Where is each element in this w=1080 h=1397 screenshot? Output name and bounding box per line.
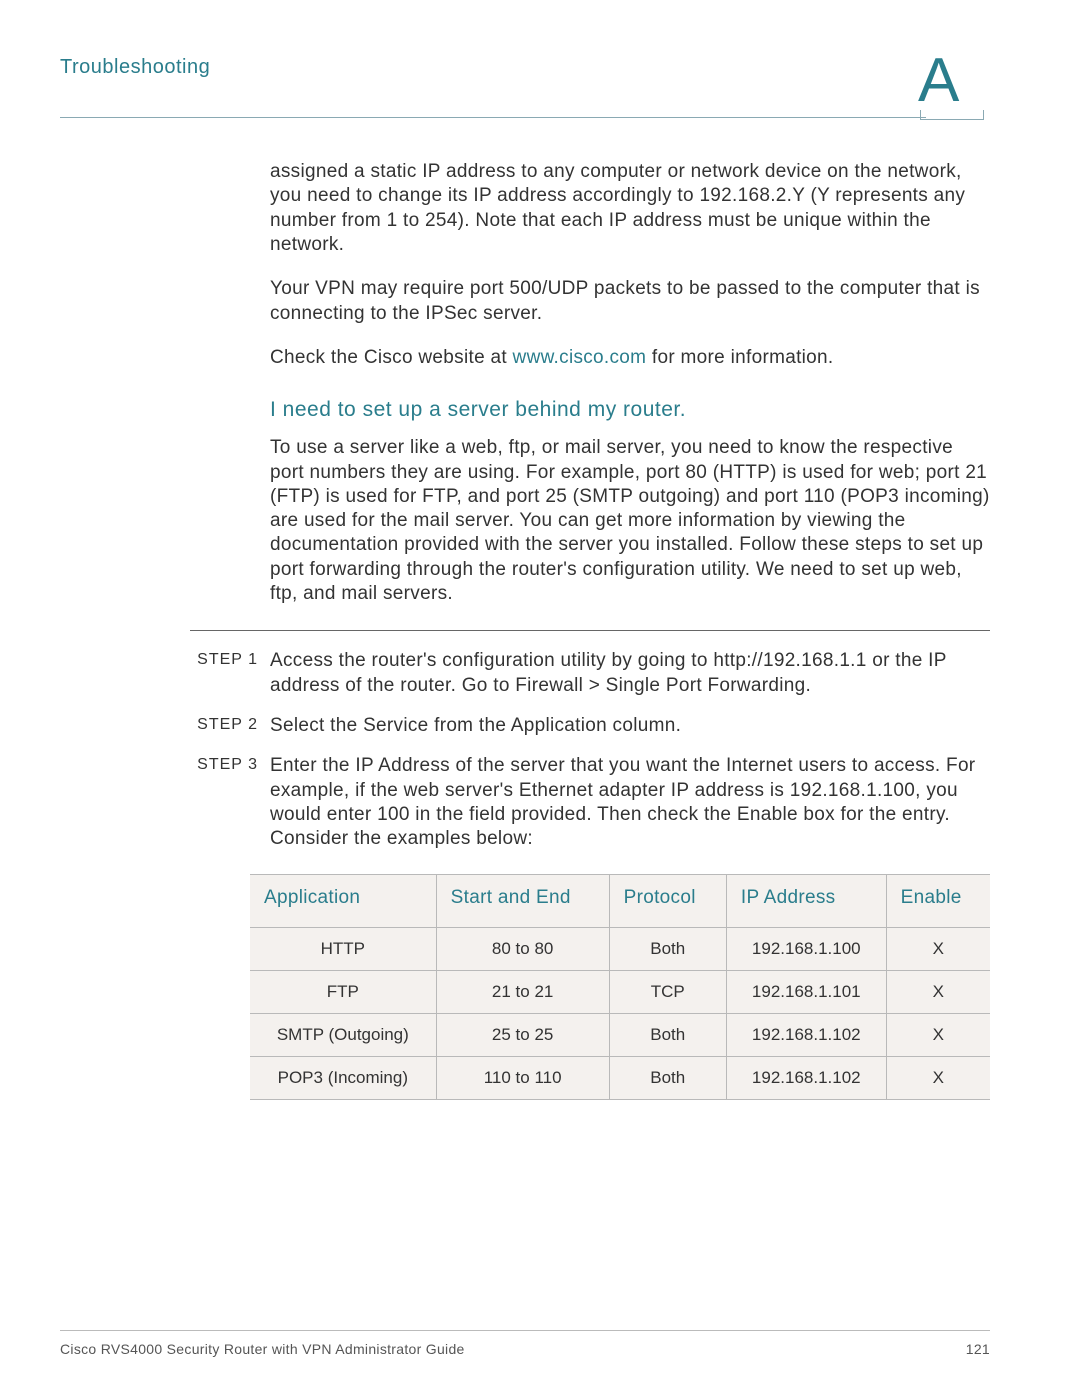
cell: X — [886, 1013, 990, 1056]
steps-separator — [190, 630, 990, 631]
cell: 25 to 25 — [436, 1013, 609, 1056]
header-rule — [60, 117, 926, 118]
table-row: FTP 21 to 21 TCP 192.168.1.101 X — [250, 970, 990, 1013]
step-item: STEP 1 Access the router's configuration… — [190, 649, 990, 698]
text-run: Check the Cisco website at — [270, 347, 513, 368]
subheading: I need to set up a server behind my rout… — [270, 398, 990, 422]
cell: SMTP (Outgoing) — [250, 1013, 436, 1056]
cell: 192.168.1.102 — [726, 1056, 886, 1099]
step-label: STEP 2 — [190, 714, 270, 738]
table-row: SMTP (Outgoing) 25 to 25 Both 192.168.1.… — [250, 1013, 990, 1056]
table-row: POP3 (Incoming) 110 to 110 Both 192.168.… — [250, 1056, 990, 1099]
col-enable: Enable — [886, 874, 990, 927]
paragraph: Check the Cisco website at www.cisco.com… — [270, 346, 990, 370]
cell: HTTP — [250, 927, 436, 970]
paragraph: assigned a static IP address to any comp… — [270, 160, 990, 257]
step-text: Select the Service from the Application … — [270, 714, 990, 738]
cell: TCP — [609, 970, 726, 1013]
cell: 192.168.1.101 — [726, 970, 886, 1013]
paragraph: To use a server like a web, ftp, or mail… — [270, 436, 990, 606]
content-area: assigned a static IP address to any comp… — [270, 160, 990, 1100]
step-item: STEP 2 Select the Service from the Appli… — [190, 714, 990, 738]
table-row: HTTP 80 to 80 Both 192.168.1.100 X — [250, 927, 990, 970]
cisco-link[interactable]: www.cisco.com — [513, 347, 647, 368]
step-item: STEP 3 Enter the IP Address of the serve… — [190, 754, 990, 851]
step-label: STEP 1 — [190, 649, 270, 698]
page-footer: Cisco RVS4000 Security Router with VPN A… — [60, 1330, 990, 1357]
cell: 192.168.1.102 — [726, 1013, 886, 1056]
cell: Both — [609, 927, 726, 970]
cell: POP3 (Incoming) — [250, 1056, 436, 1099]
col-start-end: Start and End — [436, 874, 609, 927]
text-run: for more information. — [646, 347, 833, 368]
appendix-marker: A — [918, 50, 984, 120]
col-protocol: Protocol — [609, 874, 726, 927]
step-text: Access the router's configuration utilit… — [270, 649, 990, 698]
footer-page-number: 121 — [966, 1341, 990, 1357]
cell: 21 to 21 — [436, 970, 609, 1013]
cell: Both — [609, 1056, 726, 1099]
cell: Both — [609, 1013, 726, 1056]
cell: FTP — [250, 970, 436, 1013]
cell: 80 to 80 — [436, 927, 609, 970]
paragraph: Your VPN may require port 500/UDP packet… — [270, 277, 990, 326]
cell: X — [886, 927, 990, 970]
col-application: Application — [250, 874, 436, 927]
table-header-row: Application Start and End Protocol IP Ad… — [250, 874, 990, 927]
section-title: Troubleshooting — [60, 56, 210, 79]
step-text: Enter the IP Address of the server that … — [270, 754, 990, 851]
cell: 110 to 110 — [436, 1056, 609, 1099]
footer-doc-title: Cisco RVS4000 Security Router with VPN A… — [60, 1341, 465, 1357]
step-label: STEP 3 — [190, 754, 270, 851]
cell: X — [886, 1056, 990, 1099]
cell: 192.168.1.100 — [726, 927, 886, 970]
port-forwarding-table: Application Start and End Protocol IP Ad… — [250, 874, 990, 1100]
cell: X — [886, 970, 990, 1013]
appendix-letter: A — [918, 50, 984, 112]
col-ip-address: IP Address — [726, 874, 886, 927]
